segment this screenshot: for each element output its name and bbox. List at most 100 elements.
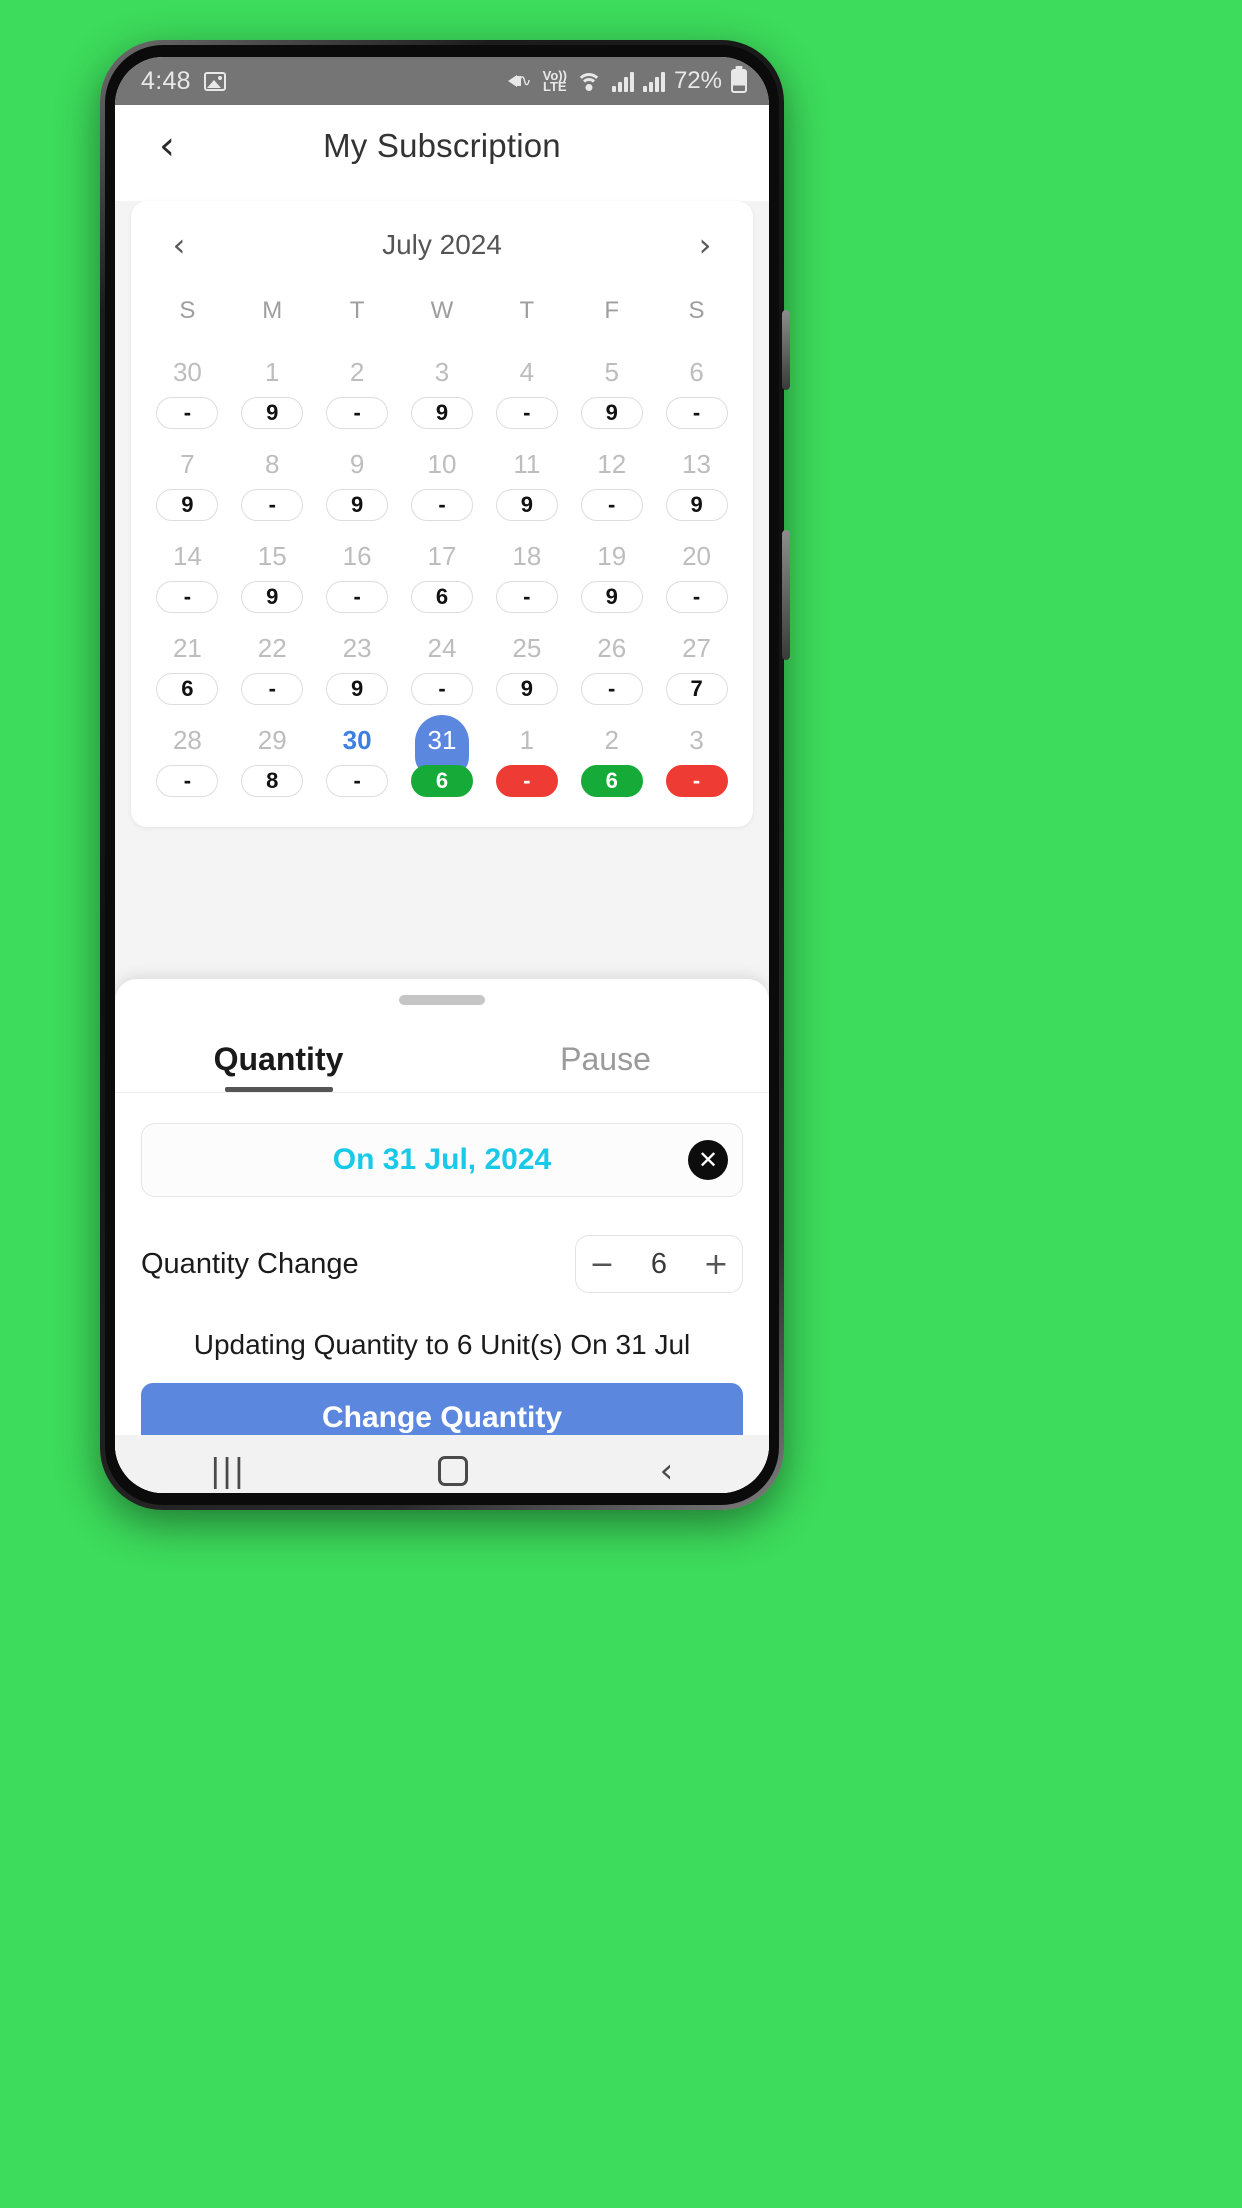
android-nav-bar: ||| ‹ — [115, 1435, 769, 1493]
calendar-day-badge[interactable]: 9 — [580, 397, 643, 429]
calendar-day-cell[interactable]: 30 - — [315, 715, 400, 805]
calendar-day-cell[interactable]: 15 9 — [230, 531, 315, 621]
calendar-day-cell[interactable]: 39 — [400, 347, 485, 437]
calendar-day-badge[interactable]: - — [495, 581, 558, 613]
calendar-day-number: 22 — [257, 633, 287, 663]
calendar-day-cell[interactable]: 8- — [230, 439, 315, 529]
calendar-day-badge[interactable]: 9 — [241, 581, 304, 613]
calendar-day-badge[interactable]: 6 — [156, 673, 219, 705]
calendar-weekday: M — [262, 297, 283, 324]
calendar-day-badge[interactable]: - — [665, 397, 728, 429]
calendar-day-cell[interactable]: 30 - — [145, 347, 230, 437]
side-button-power[interactable] — [782, 530, 790, 660]
calendar-day-badge[interactable]: 6 — [410, 581, 473, 613]
calendar-day-badge[interactable]: - — [495, 765, 558, 797]
calendar-day-cell[interactable]: 26 — [569, 715, 654, 805]
calendar-day-cell[interactable]: 1- — [484, 715, 569, 805]
calendar-day-cell[interactable]: 29 8 — [230, 715, 315, 805]
home-icon[interactable] — [437, 1456, 468, 1486]
sheet-drag-handle[interactable] — [399, 995, 485, 1005]
calendar-day-cell[interactable]: 3- — [654, 715, 739, 805]
calendar-day-cell[interactable]: 20 - — [654, 531, 739, 621]
calendar-day-cell[interactable]: 24 - — [400, 623, 485, 713]
quantity-increment-button[interactable]: + — [690, 1247, 742, 1282]
calendar-next-month-button[interactable]: › — [685, 225, 725, 265]
calendar-day-badge[interactable]: 9 — [665, 489, 728, 521]
calendar-day-badge[interactable]: 9 — [241, 397, 304, 429]
tab-quantity[interactable]: Quantity — [115, 1023, 442, 1092]
calendar-day-badge[interactable]: 9 — [326, 673, 389, 705]
calendar-day-cell[interactable]: 19 — [230, 347, 315, 437]
back-nav-icon[interactable]: ‹ — [660, 1451, 674, 1491]
calendar-day-cell[interactable]: 11 9 — [484, 439, 569, 529]
tab-pause[interactable]: Pause — [442, 1023, 769, 1092]
calendar-day-cell[interactable]: 21 6 — [145, 623, 230, 713]
calendar-day-badge[interactable]: - — [156, 397, 219, 429]
calendar-day-badge[interactable]: - — [410, 489, 473, 521]
calendar-day-cell[interactable]: 25 9 — [484, 623, 569, 713]
calendar-day-badge[interactable]: 9 — [156, 489, 219, 521]
calendar-day-cell[interactable]: 4- — [484, 347, 569, 437]
calendar-day-badge[interactable]: - — [580, 673, 643, 705]
calendar-day-cell[interactable]: 23 9 — [315, 623, 400, 713]
recents-icon[interactable]: ||| — [211, 1452, 247, 1491]
calendar-day-badge[interactable]: - — [665, 765, 728, 797]
calendar-day-badge[interactable]: 6 — [580, 765, 643, 797]
calendar-day-number: 9 — [349, 449, 365, 479]
calendar-day-cell[interactable]: 10 - — [400, 439, 485, 529]
calendar-day-cell[interactable]: 14 - — [145, 531, 230, 621]
calendar-day-cell[interactable]: 19 9 — [569, 531, 654, 621]
calendar-day-badge[interactable]: 9 — [326, 489, 389, 521]
calendar-day-badge[interactable]: 9 — [495, 489, 558, 521]
calendar-day-badge[interactable]: - — [326, 765, 389, 797]
status-bar: 4:48 ∿ Vo)) LTE 72% — [115, 57, 769, 105]
calendar-day-number: 24 — [427, 633, 457, 663]
quantity-decrement-button[interactable]: − — [576, 1247, 628, 1282]
calendar-day-cell[interactable]: 28 - — [145, 715, 230, 805]
calendar-day-badge[interactable]: - — [156, 581, 219, 613]
calendar-day-cell[interactable]: 22 - — [230, 623, 315, 713]
calendar-weekday: W — [430, 297, 454, 324]
calendar-day-cell[interactable]: 79 — [145, 439, 230, 529]
back-button[interactable]: ‹ — [145, 124, 189, 168]
calendar-day-cell[interactable]: 99 — [315, 439, 400, 529]
calendar-day-cell[interactable]: 16 - — [315, 531, 400, 621]
calendar-day-badge[interactable]: 9 — [410, 397, 473, 429]
calendar-day-badge[interactable]: 6 — [410, 765, 473, 797]
calendar-day-badge[interactable]: - — [156, 765, 219, 797]
calendar-day-badge[interactable]: - — [665, 581, 728, 613]
calendar-day-badge[interactable]: - — [241, 673, 304, 705]
calendar-day-badge[interactable]: - — [410, 673, 473, 705]
close-icon[interactable]: ✕ — [688, 1140, 728, 1180]
calendar-day-badge[interactable]: 9 — [580, 581, 643, 613]
calendar-day-cell[interactable]: 18 - — [484, 531, 569, 621]
calendar-day-badge[interactable]: - — [241, 489, 304, 521]
selected-date-chip[interactable]: On 31 Jul, 2024 ✕ — [141, 1123, 743, 1197]
calendar-day-number: 2 — [604, 725, 619, 755]
calendar-day-number: 27 — [682, 633, 712, 663]
calendar-day-number: 3 — [434, 357, 450, 387]
calendar-weekday: F — [604, 297, 620, 324]
calendar-day-badge[interactable]: - — [326, 581, 389, 613]
calendar-day-cell[interactable]: 26 - — [569, 623, 654, 713]
calendar-day-badge[interactable]: 9 — [495, 673, 558, 705]
calendar-day-cell[interactable]: 31 6 — [400, 715, 485, 805]
calendar-day-badge[interactable]: - — [495, 397, 558, 429]
calendar-day-badge[interactable]: - — [326, 397, 389, 429]
calendar-day-badge[interactable]: 7 — [665, 673, 728, 705]
calendar-day-cell[interactable]: 6- — [654, 347, 739, 437]
side-button-volume[interactable] — [782, 310, 790, 390]
calendar-day-cell[interactable]: 2- — [315, 347, 400, 437]
calendar-month-label: July 2024 — [382, 229, 502, 260]
calendar-day-badge[interactable]: 8 — [241, 765, 304, 797]
calendar-day-cell[interactable]: 17 6 — [400, 531, 485, 621]
calendar-day-cell[interactable]: 13 9 — [654, 439, 739, 529]
calendar-day-cell[interactable]: 27 7 — [654, 623, 739, 713]
calendar-week-row: 21 6 22-23 9 24-25 9 26-27 7 — [145, 623, 739, 713]
quantity-stepper[interactable]: − 6 + — [575, 1235, 743, 1293]
calendar-prev-month-button[interactable]: ‹ — [159, 225, 199, 265]
calendar-weekday: T — [349, 297, 365, 324]
calendar-day-badge[interactable]: - — [580, 489, 643, 521]
calendar-day-cell[interactable]: 12 - — [569, 439, 654, 529]
calendar-day-cell[interactable]: 59 — [569, 347, 654, 437]
